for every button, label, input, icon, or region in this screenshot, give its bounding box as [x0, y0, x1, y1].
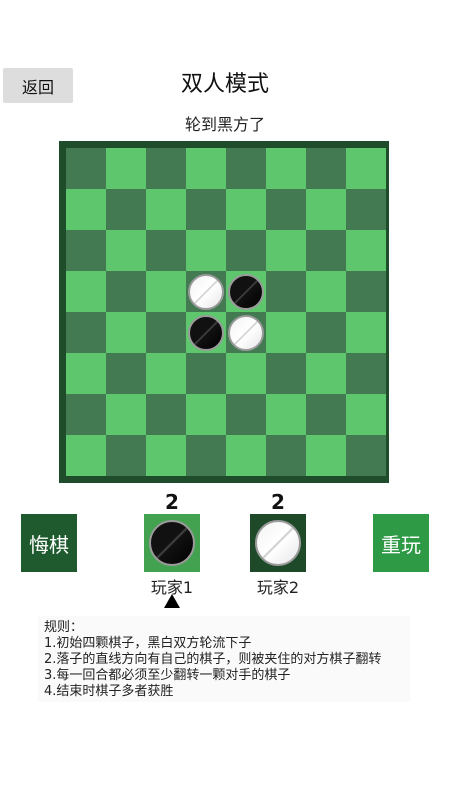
board-cell[interactable]	[266, 353, 306, 394]
player2-piece-icon	[255, 520, 301, 566]
board-cell[interactable]	[146, 148, 186, 189]
rule-item: 4.结束时棋子多者获胜	[44, 684, 174, 699]
board-cell[interactable]	[66, 435, 106, 476]
board-cell[interactable]	[66, 271, 106, 312]
player2-score: 2	[271, 490, 285, 514]
board-cell[interactable]	[186, 312, 226, 353]
board-cell[interactable]	[306, 271, 346, 312]
board-cell[interactable]	[66, 148, 106, 189]
board-cell[interactable]	[226, 353, 266, 394]
board-cell[interactable]	[346, 271, 386, 312]
board-cell[interactable]	[146, 271, 186, 312]
board-cell[interactable]	[106, 189, 146, 230]
board-cell[interactable]	[106, 312, 146, 353]
board-cell[interactable]	[226, 394, 266, 435]
board-cell[interactable]	[346, 148, 386, 189]
board-cell[interactable]	[106, 394, 146, 435]
board-cell[interactable]	[146, 189, 186, 230]
board-cell[interactable]	[346, 230, 386, 271]
board-cell[interactable]	[66, 189, 106, 230]
board-cell[interactable]	[106, 148, 146, 189]
board-cell[interactable]	[66, 230, 106, 271]
board-cell[interactable]	[106, 435, 146, 476]
board-cell[interactable]	[226, 271, 266, 312]
turn-indicator: 轮到黑方了	[184, 115, 265, 134]
board-cell[interactable]	[266, 148, 306, 189]
board-cell[interactable]	[306, 394, 346, 435]
restart-button[interactable]: 重玩	[373, 514, 429, 572]
player2-card	[250, 514, 306, 572]
board-cell[interactable]	[346, 312, 386, 353]
board-cell[interactable]	[306, 435, 346, 476]
board-cell[interactable]	[346, 435, 386, 476]
rules-heading: 规则：	[44, 620, 84, 635]
board-cell[interactable]	[266, 189, 306, 230]
black-piece-icon	[228, 273, 264, 310]
board-cell[interactable]	[146, 435, 186, 476]
board-cell[interactable]	[66, 353, 106, 394]
player1-card	[144, 514, 200, 572]
board-cell[interactable]	[226, 148, 266, 189]
board-cell[interactable]	[186, 435, 226, 476]
board-cell[interactable]	[226, 230, 266, 271]
board-cell[interactable]	[186, 230, 226, 271]
board-cell[interactable]	[106, 271, 146, 312]
board-cell[interactable]	[146, 230, 186, 271]
board-frame	[59, 141, 389, 483]
board-cell[interactable]	[106, 353, 146, 394]
board-cell[interactable]	[266, 271, 306, 312]
board-cell[interactable]	[346, 394, 386, 435]
board-cell[interactable]	[186, 394, 226, 435]
board-cell[interactable]	[226, 189, 266, 230]
board-cell[interactable]	[146, 312, 186, 353]
board-cell[interactable]	[266, 312, 306, 353]
board-cell[interactable]	[226, 435, 266, 476]
black-piece-icon	[188, 314, 224, 351]
player1-score: 2	[165, 490, 179, 514]
page-title: 双人模式	[180, 72, 269, 97]
board-cell[interactable]	[306, 230, 346, 271]
white-piece-icon	[228, 314, 264, 351]
board-cell[interactable]	[266, 435, 306, 476]
board-cell[interactable]	[306, 353, 346, 394]
board-cell[interactable]	[186, 189, 226, 230]
rule-item: 3.每一回合都必须至少翻转一颗对手的棋子	[44, 668, 291, 683]
game-board[interactable]	[66, 148, 386, 476]
rule-item: 2.落子的直线方向有自己的棋子，则被夹住的对方棋子翻转	[44, 652, 382, 667]
board-cell[interactable]	[146, 353, 186, 394]
board-cell[interactable]	[226, 312, 266, 353]
player2-name: 玩家2	[256, 578, 300, 597]
board-cell[interactable]	[306, 312, 346, 353]
board-cell[interactable]	[66, 394, 106, 435]
board-cell[interactable]	[346, 353, 386, 394]
board-cell[interactable]	[106, 230, 146, 271]
board-cell[interactable]	[266, 230, 306, 271]
board-cell[interactable]	[186, 148, 226, 189]
undo-button[interactable]: 悔棋	[21, 514, 77, 572]
rule-item: 1.初始四颗棋子，黑白双方轮流下子	[44, 636, 252, 651]
board-cell[interactable]	[346, 189, 386, 230]
active-player-marker-icon	[164, 594, 180, 608]
board-cell[interactable]	[266, 394, 306, 435]
board-cell[interactable]	[306, 148, 346, 189]
board-cell[interactable]	[306, 189, 346, 230]
board-cell[interactable]	[146, 394, 186, 435]
board-cell[interactable]	[66, 312, 106, 353]
white-piece-icon	[188, 273, 224, 310]
rules-panel: 规则： 1.初始四颗棋子，黑白双方轮流下子 2.落子的直线方向有自己的棋子，则被…	[38, 616, 410, 702]
board-cell[interactable]	[186, 271, 226, 312]
board-cell[interactable]	[186, 353, 226, 394]
player1-piece-icon	[149, 520, 195, 566]
